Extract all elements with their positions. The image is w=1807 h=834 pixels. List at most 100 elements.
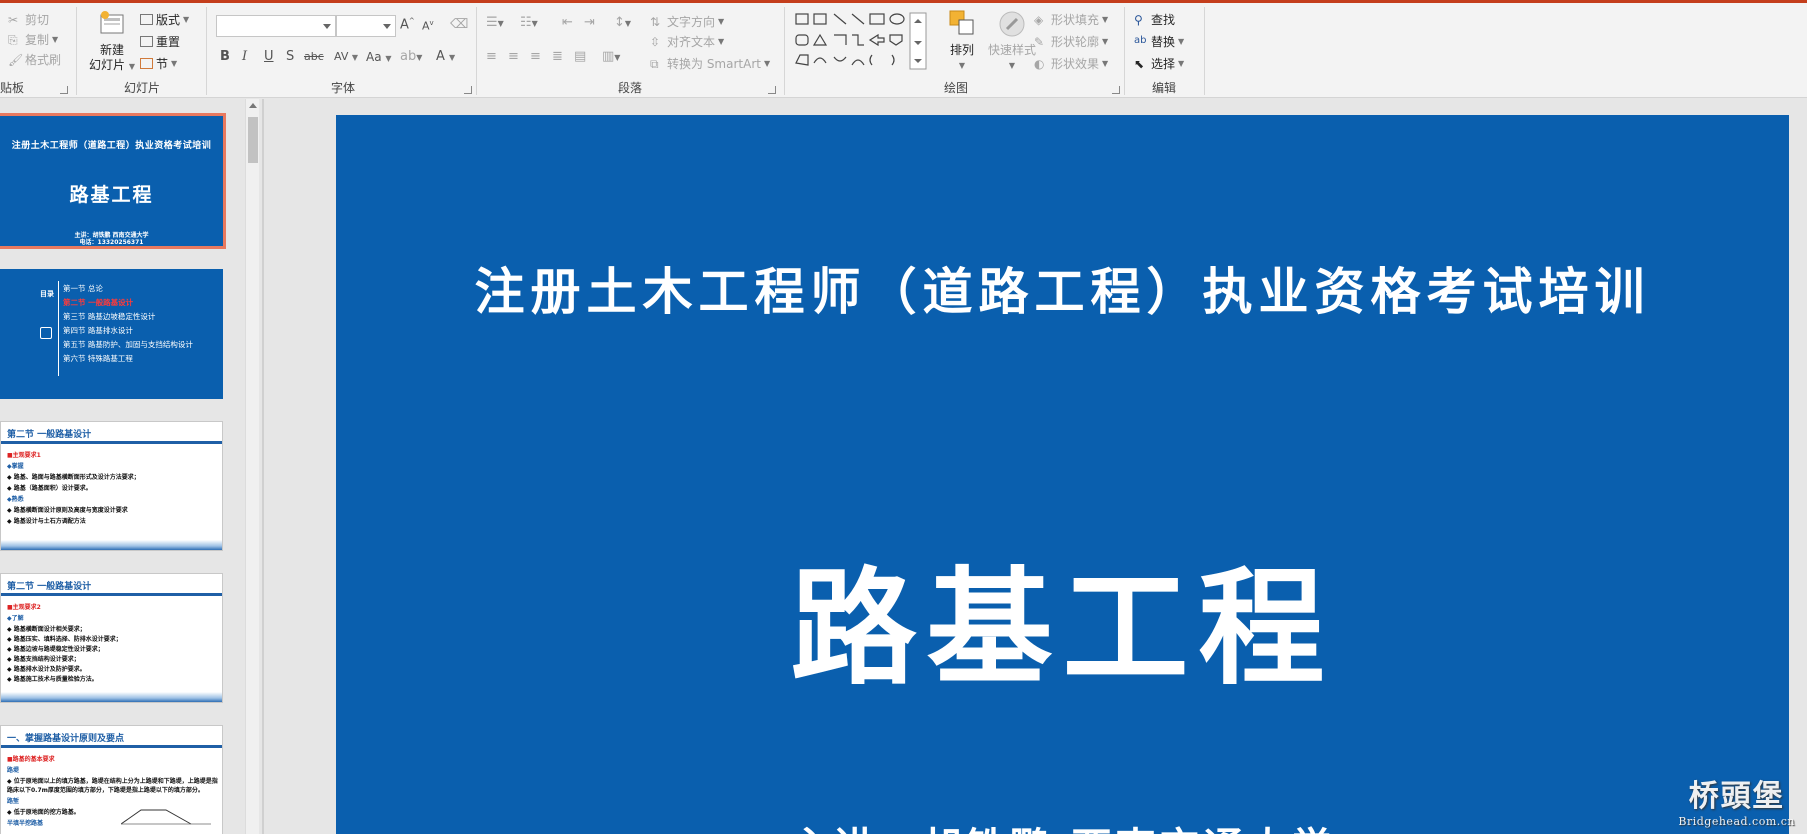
slide-thumbnail-4[interactable]: 第二节 一般路基设计 ■主观要求2 ◆了解 ◆ 路基横断面设计相关要求； ◆ 路… xyxy=(0,573,223,703)
thumb-line: ◆ 路基施工技术与质量检验方法。 xyxy=(7,676,98,683)
layout-button[interactable]: 版式 ▼ xyxy=(140,11,189,28)
clipboard-group: ✂ 剪切 ⎘ 复制 ▼ 🖌 格式刷 贴板 xyxy=(0,3,72,98)
thumb1-author: 主讲：胡铁鹏 西南交通大学 电话：13320256371 xyxy=(74,232,149,246)
find-button[interactable]: ⚲ 查找 xyxy=(1134,11,1175,28)
increase-indent-icon[interactable]: ⇥ xyxy=(584,15,595,30)
smartart-label: 转换为 SmartArt xyxy=(667,57,761,71)
font-name-combo[interactable] xyxy=(216,15,336,37)
new-slide-label-2: 幻灯片 ▼ xyxy=(89,58,135,72)
thumb3-heading: 第二节 一般路基设计 xyxy=(7,430,92,440)
shrink-font-button[interactable]: Av xyxy=(422,19,434,33)
format-painter-button[interactable]: 🖌 格式刷 xyxy=(8,51,61,68)
chevron-down-icon: ▼ xyxy=(171,59,178,68)
bold-button[interactable]: B xyxy=(220,49,230,64)
strikethrough-button[interactable]: abc xyxy=(304,50,324,63)
thumb-line: ◆ 路基、路面与路基横断面形式及设计方法要求； xyxy=(7,474,140,481)
new-slide-button[interactable]: 新建 幻灯片 ▼ xyxy=(88,9,136,74)
footer-wave xyxy=(1,540,222,550)
quick-styles-button[interactable]: 快速样式 ▼ xyxy=(984,9,1040,73)
grow-font-button[interactable]: A^ xyxy=(400,17,415,32)
drawing-group: 排列 ▼ 快速样式 ▼ ◈ 形状填充 ▼ ✎ 形状轮廓 ▼ ◐ 形状效果 ▼ 绘… xyxy=(788,3,1124,98)
scroll-up-icon[interactable] xyxy=(249,103,257,108)
scrollbar-thumb[interactable] xyxy=(248,117,258,163)
justify-icon[interactable]: ≣ xyxy=(552,49,563,64)
reset-label: 重置 xyxy=(156,35,181,49)
replace-button[interactable]: ab 替换 ▼ xyxy=(1134,33,1184,50)
chevron-down-icon xyxy=(323,24,331,29)
effects-icon: ◐ xyxy=(1034,56,1045,71)
footer-wave xyxy=(1,692,222,702)
thumb-line: ◆ 路基设计与土石方调配方法 xyxy=(7,518,86,525)
paragraph-launcher-icon[interactable] xyxy=(768,86,776,94)
arrange-button[interactable]: 排列 ▼ xyxy=(942,9,982,73)
arrange-icon xyxy=(949,10,974,35)
chevron-down-icon: ▼ xyxy=(718,17,725,26)
slide-thumbnail-pane: 注册土木工程师（道路工程）执业资格考试培训 路基工程 主讲：胡铁鹏 西南交通大学… xyxy=(0,99,262,834)
shape-fill-button[interactable]: ◈ 形状填充 ▼ xyxy=(1034,11,1108,28)
divider xyxy=(58,281,59,376)
copy-button[interactable]: ⎘ 复制 ▼ xyxy=(8,31,58,48)
thumb5-heading: 一、掌握路基设计原则及要点 xyxy=(7,734,125,744)
select-button[interactable]: ⬉ 选择 ▼ xyxy=(1134,55,1184,72)
thumb-line: 路床以下0.7m厚度范围的填方部分，下路堤是指上路堤以下的填方部分。 xyxy=(7,787,204,794)
slide-thumbnail-2[interactable]: 目录 第一节 总论 第二节 一般路基设计 第三节 路基边坡稳定性设计 第四节 路… xyxy=(0,269,223,399)
underline-button[interactable]: U xyxy=(264,49,274,64)
decrease-indent-icon[interactable]: ⇤ xyxy=(562,15,573,30)
font-color-button[interactable]: A ▼ xyxy=(436,49,455,64)
cut-button[interactable]: ✂ 剪切 xyxy=(8,11,49,28)
chevron-down-icon: ▼ xyxy=(763,59,771,68)
current-slide[interactable]: 注册土木工程师（道路工程）执业资格考试培训 路基工程 主讲：胡铁鹏 西南交通大学 xyxy=(336,115,1789,834)
shapes-gallery[interactable] xyxy=(794,11,936,73)
cursor-icon: ⬉ xyxy=(1134,56,1145,71)
slide-thumbnail-5[interactable]: 一、掌握路基设计原则及要点 ■路基的基本要求 路堤 ◆ 位于原地面以上的填方路基… xyxy=(0,725,223,834)
drawing-launcher-icon[interactable] xyxy=(1112,86,1120,94)
change-case-button[interactable]: Aa ▼ xyxy=(366,50,392,64)
paragraph-group-label: 段落 xyxy=(617,81,642,95)
divider xyxy=(1,593,222,596)
highlight-icon[interactable]: ab▼ xyxy=(400,49,422,64)
shape-effects-button[interactable]: ◐ 形状效果 ▼ xyxy=(1034,55,1108,72)
align-text-label: 对齐文本 xyxy=(667,35,716,49)
slide-title[interactable]: 路基工程 xyxy=(336,527,1789,709)
thumbnail-scrollbar[interactable] xyxy=(245,99,259,834)
font-size-combo[interactable] xyxy=(336,15,396,37)
align-right-icon[interactable]: ≡ xyxy=(530,49,541,64)
section-button[interactable]: 节 ▼ xyxy=(140,55,177,72)
align-center-icon[interactable]: ≡ xyxy=(508,49,519,64)
editing-group: ⚲ 查找 ab 替换 ▼ ⬉ 选择 ▼ 编辑 xyxy=(1128,3,1200,98)
copy-icon: ⎘ xyxy=(8,32,18,47)
columns-icon[interactable]: ▥▼ xyxy=(602,49,620,64)
thumb-line: ◆ 路基横断面设计原则及高度与宽度设计要求 xyxy=(7,507,128,514)
align-left-icon[interactable]: ≡ xyxy=(486,49,497,64)
shape-outline-button[interactable]: ✎ 形状轮廓 ▼ xyxy=(1034,33,1108,50)
slide-editing-area: 注册土木工程师（道路工程）执业资格考试培训 路基工程 主讲：胡铁鹏 西南交通大学… xyxy=(264,99,1807,834)
char-spacing-button[interactable]: AV ▼ xyxy=(334,50,358,63)
new-slide-icon xyxy=(100,11,124,34)
align-text-button[interactable]: ⇳ 对齐文本 ▼ xyxy=(650,33,724,50)
font-launcher-icon[interactable] xyxy=(464,86,472,94)
pencil-icon: ✎ xyxy=(1034,34,1045,49)
editing-group-label: 编辑 xyxy=(1151,81,1176,95)
slide-thumbnail-1[interactable]: 注册土木工程师（道路工程）执业资格考试培训 路基工程 主讲：胡铁鹏 西南交通大学… xyxy=(0,113,226,249)
cross-section-diagram xyxy=(121,809,211,825)
convert-smartart-button[interactable]: ⧉ 转换为 SmartArt ▼ xyxy=(650,55,770,72)
bullets-icon[interactable]: ☰▼ xyxy=(486,15,504,30)
reset-button[interactable]: 重置 xyxy=(140,33,180,50)
thumb-line: ■路基的基本要求 xyxy=(7,756,55,763)
thumb-line: ◆ 路基横断面设计相关要求； xyxy=(7,626,86,633)
thumb-line: 路堑 xyxy=(7,798,20,805)
slide-author[interactable]: 主讲：胡铁鹏 西南交通大学 xyxy=(336,815,1789,834)
slide-thumbnail-3[interactable]: 第二节 一般路基设计 ■主观要求1 ◆掌握 ◆ 路基、路面与路基横断面形式及设计… xyxy=(0,421,223,551)
italic-button[interactable]: I xyxy=(242,49,247,64)
clipboard-launcher-icon[interactable] xyxy=(60,86,68,94)
chevron-down-icon: ▼ xyxy=(1102,59,1109,68)
thumb-line: ■主观要求2 xyxy=(7,604,41,611)
slide-subtitle[interactable]: 注册土木工程师（道路工程）执业资格考试培训 xyxy=(336,252,1789,324)
text-direction-button[interactable]: ⇅ 文字方向 ▼ xyxy=(650,13,724,30)
clear-format-icon[interactable]: ⌫ xyxy=(450,17,468,32)
numbering-icon[interactable]: ☷▼ xyxy=(520,15,538,30)
shadow-button[interactable]: S xyxy=(286,49,294,64)
chevron-down-icon: ▼ xyxy=(718,37,725,46)
distribute-icon[interactable]: ▤ xyxy=(574,49,586,64)
line-spacing-icon[interactable]: ↕▼ xyxy=(614,15,631,30)
